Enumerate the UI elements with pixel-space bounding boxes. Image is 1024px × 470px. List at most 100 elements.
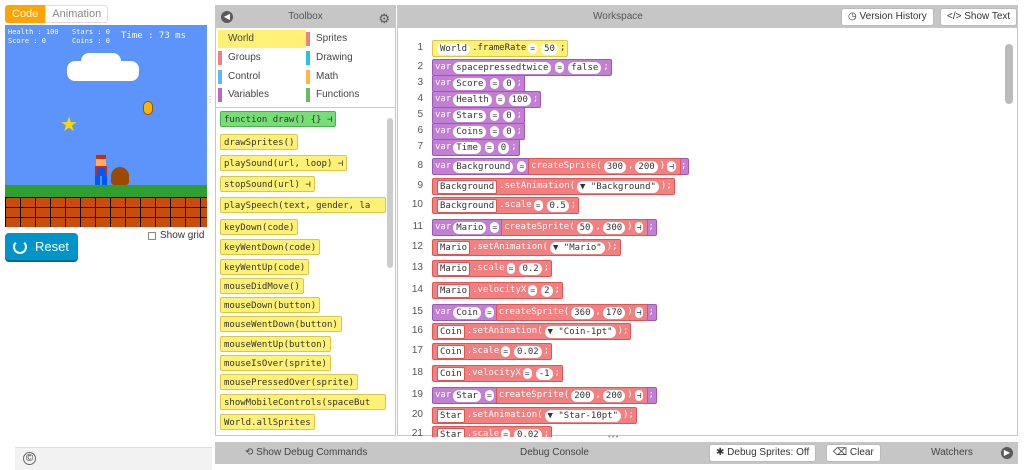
var-block[interactable]: var Coins = 0; [432, 123, 526, 140]
collapse-icon[interactable]: ⊣ [634, 307, 644, 318]
var-block[interactable]: var Background = createSprite(300, 200) ⊣; [432, 158, 690, 175]
var-name-field[interactable]: Health [453, 93, 492, 106]
block-show-mobile-controls[interactable]: showMobileControls(spaceBut [220, 394, 386, 410]
animation-dropdown[interactable]: ▼ "Background" [577, 180, 659, 193]
collapse-icon[interactable]: ⊣ [667, 161, 676, 172]
create-sprite-block[interactable]: createSprite(50, 300) ⊣ [501, 219, 649, 236]
collapse-icon[interactable]: ⊣ [634, 222, 644, 233]
value-field[interactable]: 0 [503, 77, 515, 90]
game-canvas[interactable]: Health : 100 Score : 0 Stars : 0 Coins :… [5, 25, 207, 227]
object-field[interactable]: Coin [437, 366, 465, 381]
create-sprite-block[interactable]: createSprite(200, 200) ⊣ [495, 387, 649, 404]
arg-y-field[interactable]: 300 [602, 221, 626, 234]
var-name-field[interactable]: Coins [453, 125, 487, 138]
expand-right-icon[interactable]: ▶ [1001, 447, 1013, 459]
set-property-block[interactable]: Coin .scale = 0.02; [432, 343, 553, 360]
var-block[interactable]: var spacepressedtwice = false; [432, 59, 612, 76]
set-property-block[interactable]: Mario .scale = 0.2; [432, 260, 553, 277]
code-line-19[interactable]: var Star = createSprite(200, 200) ⊣; [432, 387, 657, 404]
code-line-3[interactable]: var Score = 0; [432, 75, 526, 92]
var-name-field[interactable]: Coin [453, 306, 481, 319]
code-line-20[interactable]: Star .setAnimation(▼ "Star-10pt"); [432, 407, 637, 424]
set-property-block[interactable]: Coin .velocityX = -1; [432, 365, 563, 382]
object-field[interactable]: Coin [437, 344, 465, 359]
reset-button[interactable]: Reset [5, 233, 78, 260]
code-line-10[interactable]: Background .scale = 0.5; [432, 197, 580, 214]
create-sprite-block[interactable]: createSprite(300, 200) ⊣ [528, 158, 681, 175]
block-key-down[interactable]: keyDown(code) [220, 219, 299, 235]
set-animation-block[interactable]: Background .setAnimation(▼ "Background"); [432, 178, 675, 195]
value-field[interactable]: 2 [541, 284, 553, 297]
debug-sprites-button[interactable]: ✱ Debug Sprites: Off [709, 444, 817, 462]
gear-icon[interactable]: ⚙ [378, 8, 390, 30]
arg-y-field[interactable]: 200 [602, 389, 626, 402]
value-field[interactable]: 0 [503, 125, 515, 138]
console-resize-handle[interactable]: ••• [608, 432, 619, 441]
var-name-field[interactable]: Star [453, 389, 481, 402]
arg-x-field[interactable]: 50 [576, 221, 594, 234]
version-history-button[interactable]: ◷ Version History [841, 8, 934, 26]
code-line-21[interactable]: Star .scale = 0.02; [432, 426, 553, 437]
show-text-button[interactable]: </> Show Text [940, 8, 1018, 26]
var-block[interactable]: var Stars = 0; [432, 107, 526, 124]
code-line-9[interactable]: Background .setAnimation(▼ "Background"); [432, 178, 675, 195]
toolbox-scrollbar[interactable] [387, 118, 393, 268]
animation-dropdown[interactable]: ▼ "Mario" [549, 241, 605, 254]
set-animation-block[interactable]: Mario .setAnimation(▼ "Mario"); [432, 239, 621, 256]
code-line-7[interactable]: var Time = 0; [432, 139, 520, 156]
category-world[interactable]: World [218, 30, 306, 48]
var-block[interactable]: var Score = 0; [432, 75, 526, 92]
block-mouse-is-over[interactable]: mouseIsOver(sprite) [220, 355, 331, 371]
value-field[interactable]: 0.02 [514, 345, 542, 358]
block-mouse-down[interactable]: mouseDown(button) [220, 297, 321, 313]
workspace-scrollbar[interactable] [1005, 44, 1013, 104]
tab-code[interactable]: Code [5, 5, 46, 23]
block-function-draw[interactable]: function draw() {} ⊣ [220, 111, 337, 127]
set-property-block[interactable]: Mario .velocityX = 2; [432, 282, 563, 299]
tab-animation[interactable]: Animation [45, 5, 109, 23]
category-drawing[interactable]: Drawing [306, 49, 394, 67]
var-name-field[interactable]: Stars [453, 109, 487, 122]
var-name-field[interactable]: Mario [453, 221, 487, 234]
code-line-1[interactable]: World .frameRate = 50; [432, 40, 569, 57]
code-line-12[interactable]: Mario .setAnimation(▼ "Mario"); [432, 239, 621, 256]
block-mouse-pressed-over[interactable]: mousePressedOver(sprite) [220, 374, 359, 390]
arg-x-field[interactable]: 200 [571, 389, 594, 402]
object-field[interactable]: Coin [437, 324, 465, 339]
show-grid-toggle[interactable]: Show grid [148, 230, 204, 241]
value-field[interactable]: false [568, 61, 602, 74]
value-field[interactable]: 50 [541, 42, 558, 55]
set-animation-block[interactable]: Star .setAnimation(▼ "Star-10pt"); [432, 407, 637, 424]
code-line-18[interactable]: Coin .velocityX = -1; [432, 365, 563, 382]
object-field[interactable]: Mario [437, 283, 471, 298]
value-field[interactable]: 0.02 [514, 428, 542, 437]
var-block[interactable]: var Mario = createSprite(50, 300) ⊣; [432, 219, 657, 236]
category-math[interactable]: Math [306, 68, 394, 86]
object-field[interactable]: Mario [437, 261, 471, 276]
category-control[interactable]: Control [218, 68, 306, 86]
object-field[interactable]: Mario [437, 240, 471, 255]
var-name-field[interactable]: Time [453, 141, 481, 154]
code-area[interactable]: World .frameRate = 50; var spacepressedtwice… [428, 28, 1004, 437]
set-property-block[interactable]: World .frameRate = 50; [432, 40, 569, 57]
code-line-17[interactable]: Coin .scale = 0.02; [432, 343, 553, 360]
block-mouse-went-up[interactable]: mouseWentUp(button) [220, 336, 331, 352]
code-line-11[interactable]: var Mario = createSprite(50, 300) ⊣; [432, 219, 657, 236]
var-block[interactable]: var Time = 0; [432, 139, 520, 156]
arg-y-field[interactable]: 170 [602, 306, 626, 319]
code-line-13[interactable]: Mario .scale = 0.2; [432, 260, 553, 277]
block-stop-sound[interactable]: stopSound(url) ⊣ [220, 176, 315, 192]
copyright-icon[interactable]: © [23, 452, 36, 465]
value-field[interactable]: 0.5 [546, 199, 569, 212]
animation-dropdown[interactable]: ▼ "Star-10pt" [544, 409, 621, 422]
var-block[interactable]: var Star = createSprite(200, 200) ⊣; [432, 387, 657, 404]
set-property-block[interactable]: Star .scale = 0.02; [432, 426, 553, 437]
object-field[interactable]: Background [437, 179, 498, 194]
show-grid-checkbox[interactable] [148, 231, 156, 240]
arg-x-field[interactable]: 360 [571, 306, 594, 319]
set-property-block[interactable]: Background .scale = 0.5; [432, 197, 580, 214]
var-name-field[interactable]: spacepressedtwice [453, 61, 552, 74]
value-field[interactable]: 0 [503, 109, 515, 122]
var-name-field[interactable]: Background [453, 160, 514, 173]
var-block[interactable]: var Coin = createSprite(360, 170) ⊣; [432, 304, 657, 321]
